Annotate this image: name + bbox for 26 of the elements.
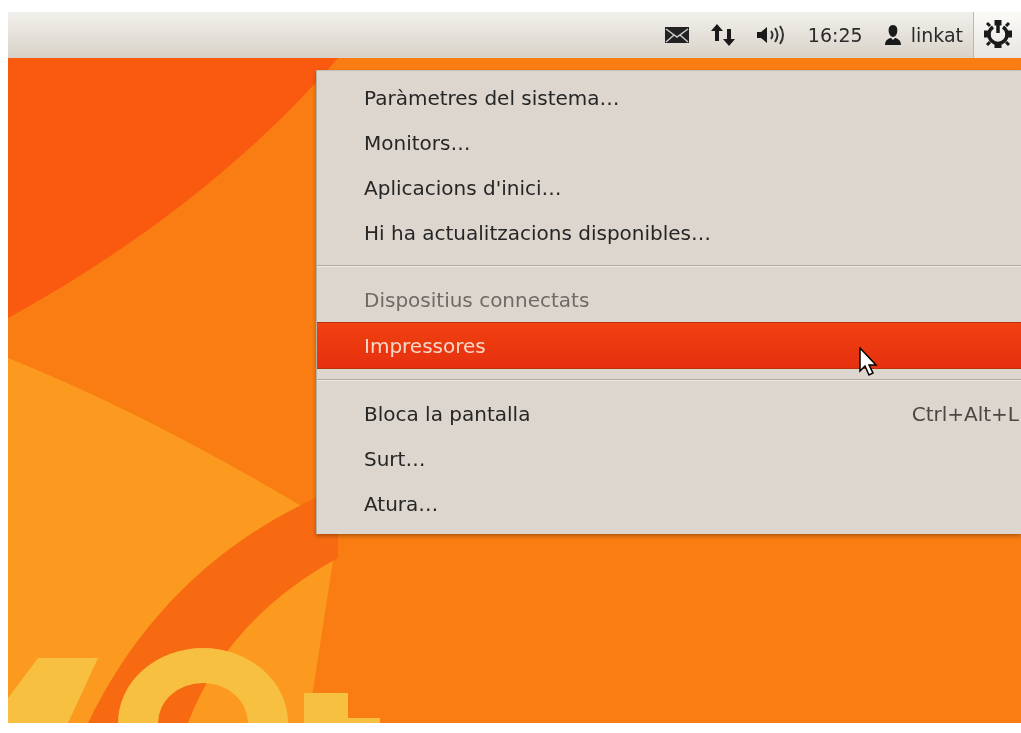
menu-item-label: Paràmetres del sistema… [364, 85, 620, 110]
menu-item[interactable]: Hi ha actualitzacions disponibles… [317, 210, 1021, 255]
menu-item-label: Hi ha actualitzacions disponibles… [364, 220, 712, 245]
menu-item-label: Monitors… [364, 130, 471, 155]
envelope-icon [664, 27, 689, 43]
menu-item[interactable]: Paràmetres del sistema… [317, 75, 1021, 120]
menu-item-label: Impressores [364, 333, 486, 358]
menu-item-label: Surt… [364, 446, 426, 471]
menu-item[interactable]: Atura… [317, 481, 1021, 526]
menu-item-label: Atura… [364, 491, 439, 516]
menu-item[interactable]: Monitors… [317, 120, 1021, 165]
up-down-arrows-icon[interactable] [709, 23, 736, 47]
menu-item[interactable]: Bloca la pantalla Ctrl+Alt+L [317, 391, 1021, 436]
session-menu-button[interactable] [973, 12, 1021, 58]
menu-item-label: Bloca la pantalla [364, 401, 531, 426]
envelope-icon[interactable] [663, 26, 690, 44]
shortcut-text: Ctrl+Alt+L [911, 401, 1019, 426]
menu-item[interactable]: Surt… [317, 436, 1021, 481]
power-gear-icon [984, 20, 1012, 48]
clock-text[interactable]: 16:25 [807, 24, 863, 46]
user-icon[interactable] [882, 24, 903, 46]
menu-item-label: Aplicacions d'inici… [364, 175, 562, 200]
mouse-pointer-icon [859, 347, 879, 377]
menu-item-label: Dispositius connectats [364, 287, 590, 312]
user-name[interactable]: linkat [910, 24, 963, 46]
menu-item[interactable]: Aplicacions d'inici… [317, 165, 1021, 210]
